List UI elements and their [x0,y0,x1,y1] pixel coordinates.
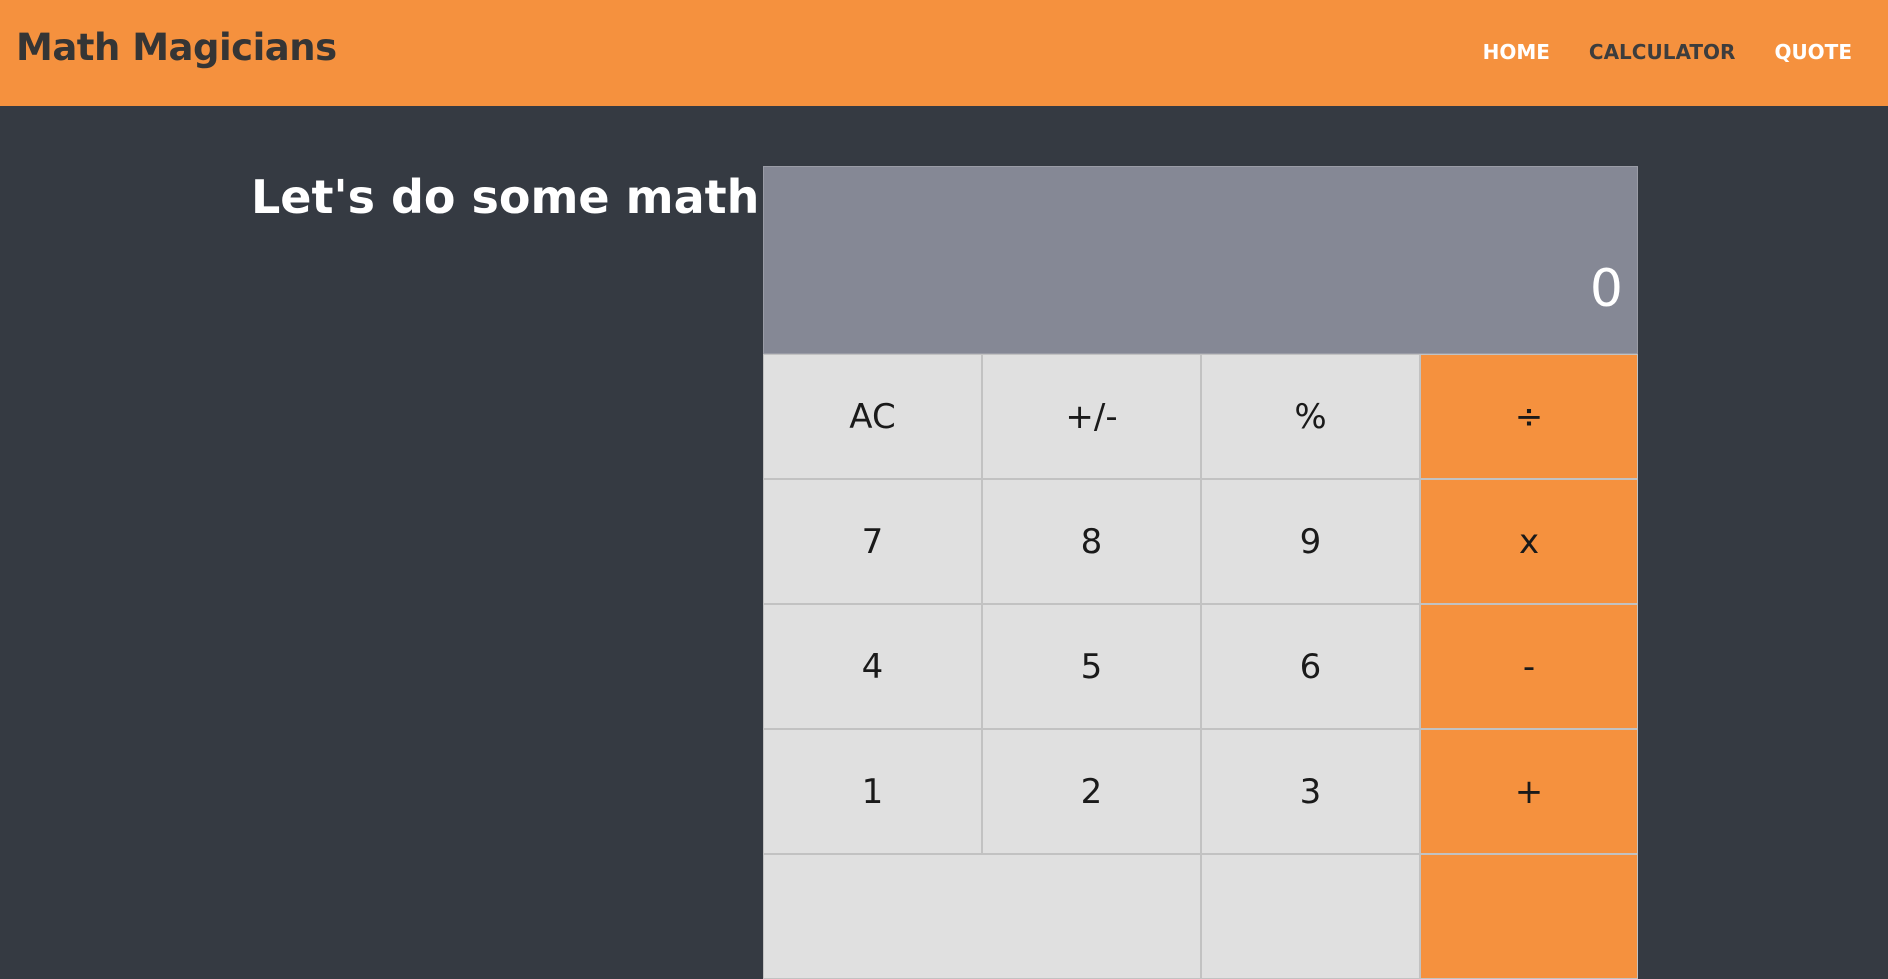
app-logo[interactable]: Math Magicians [16,26,337,69]
key-3[interactable]: 3 [1201,729,1420,854]
key-decimal[interactable] [1201,854,1420,979]
nav-link-quote[interactable]: QUOTE [1774,40,1852,64]
key-4[interactable]: 4 [763,604,982,729]
key-percent[interactable]: % [1201,354,1420,479]
calculator-display: 0 [763,166,1638,354]
key-ac[interactable]: AC [763,354,982,479]
display-value: 0 [1589,259,1623,319]
calculator: 0 AC +/- % ÷ 7 8 9 x 4 5 6 - 1 2 3 + [763,166,1638,979]
key-2[interactable]: 2 [982,729,1201,854]
nav-link-calculator[interactable]: CALCULATOR [1589,40,1736,64]
key-7[interactable]: 7 [763,479,982,604]
key-plus[interactable]: + [1420,729,1638,854]
key-minus[interactable]: - [1420,604,1638,729]
key-equals[interactable] [1420,854,1638,979]
key-9[interactable]: 9 [1201,479,1420,604]
key-5[interactable]: 5 [982,604,1201,729]
key-6[interactable]: 6 [1201,604,1420,729]
nav-links: HOME CALCULATOR QUOTE [1483,40,1852,64]
page-heading: Let's do some math! [251,170,781,224]
key-multiply[interactable]: x [1420,479,1638,604]
nav-link-home[interactable]: HOME [1483,40,1550,64]
key-1[interactable]: 1 [763,729,982,854]
key-divide[interactable]: ÷ [1420,354,1638,479]
key-8[interactable]: 8 [982,479,1201,604]
navbar: Math Magicians HOME CALCULATOR QUOTE [0,0,1888,106]
calculator-keypad: AC +/- % ÷ 7 8 9 x 4 5 6 - 1 2 3 + [763,354,1638,979]
key-sign[interactable]: +/- [982,354,1201,479]
key-0[interactable] [763,854,1201,979]
